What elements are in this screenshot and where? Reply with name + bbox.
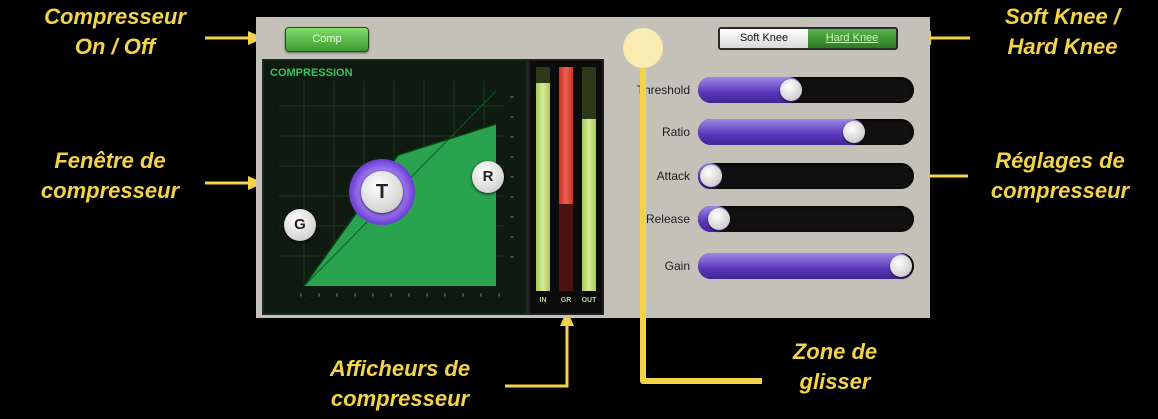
arrow-meters [505, 324, 569, 388]
slider-knob[interactable] [700, 165, 722, 187]
gr-meter-label: GR [560, 297, 572, 304]
callout-line: Afficheurs de [329, 356, 471, 381]
slider-fill [698, 253, 912, 279]
ratio-label: Ratio [661, 125, 690, 139]
out-meter-fill [582, 118, 596, 291]
gr-meter-track [559, 67, 573, 291]
compression-graph[interactable]: · · COMPRESSION G T R [262, 59, 528, 315]
release-label: Release [645, 212, 690, 226]
attack-label: Attack [656, 169, 690, 183]
slider-knob[interactable] [842, 121, 865, 143]
callout-line: Hard Knee [1007, 34, 1118, 59]
gain-label: Gain [664, 259, 690, 273]
threshold-node[interactable]: T [361, 171, 403, 213]
callout-line: compresseur [990, 178, 1130, 203]
in-meter-fill [536, 82, 550, 291]
threshold-label: Threshold [636, 83, 690, 97]
callout-window: Fenêtre de compresseur [20, 146, 200, 206]
slider-knob[interactable] [707, 208, 730, 230]
callout-line: Fenêtre de [54, 148, 166, 173]
out-meter-label: OUT [581, 297, 597, 304]
gr-meter-fill [559, 67, 573, 204]
slider-fill [698, 119, 865, 145]
hard-knee-button[interactable]: Hard Knee [808, 29, 896, 48]
callout-line: Soft Knee / [1005, 4, 1120, 29]
graph-title: COMPRESSION [270, 67, 353, 79]
callout-compressor-onoff: Compresseur On / Off [30, 2, 200, 62]
callout-line: compresseur [40, 178, 180, 203]
callout-line: On / Off [74, 34, 156, 59]
in-meter-track [536, 67, 550, 291]
gain-node[interactable]: G [284, 209, 316, 241]
callout-drag-zone: Zone de glisser [770, 337, 900, 397]
callout-line: glisser [799, 369, 871, 394]
slider-knob[interactable] [779, 79, 802, 101]
callout-meters: Afficheurs de compresseur [300, 354, 500, 414]
threshold-slider[interactable] [698, 77, 914, 103]
callout-line: Réglages de [995, 148, 1125, 173]
ratio-node[interactable]: R [472, 161, 504, 193]
callout-line: compresseur [330, 386, 470, 411]
x-tick: · [304, 297, 306, 303]
compressor-panel: Comp Soft Knee Hard Knee · · COMPRESSION… [256, 17, 930, 318]
callout-line: Compresseur [44, 4, 186, 29]
out-meter-track [582, 67, 596, 291]
release-slider[interactable] [698, 206, 914, 232]
callout-settings: Réglages de compresseur [970, 146, 1150, 206]
callout-line: Zone de [792, 339, 878, 364]
slider-knob[interactable] [890, 255, 912, 277]
callout-knee: Soft Knee / Hard Knee [975, 2, 1150, 62]
in-meter-label: IN [539, 297, 547, 304]
comp-on-off-button[interactable]: Comp [285, 27, 369, 52]
ratio-slider[interactable] [698, 119, 914, 145]
attack-slider[interactable] [698, 163, 914, 189]
gain-slider[interactable] [698, 253, 914, 279]
compressor-meters: IN GR OUT [528, 59, 604, 315]
knee-toggle[interactable]: Soft Knee Hard Knee [718, 27, 898, 50]
soft-knee-button[interactable]: Soft Knee [720, 29, 808, 48]
